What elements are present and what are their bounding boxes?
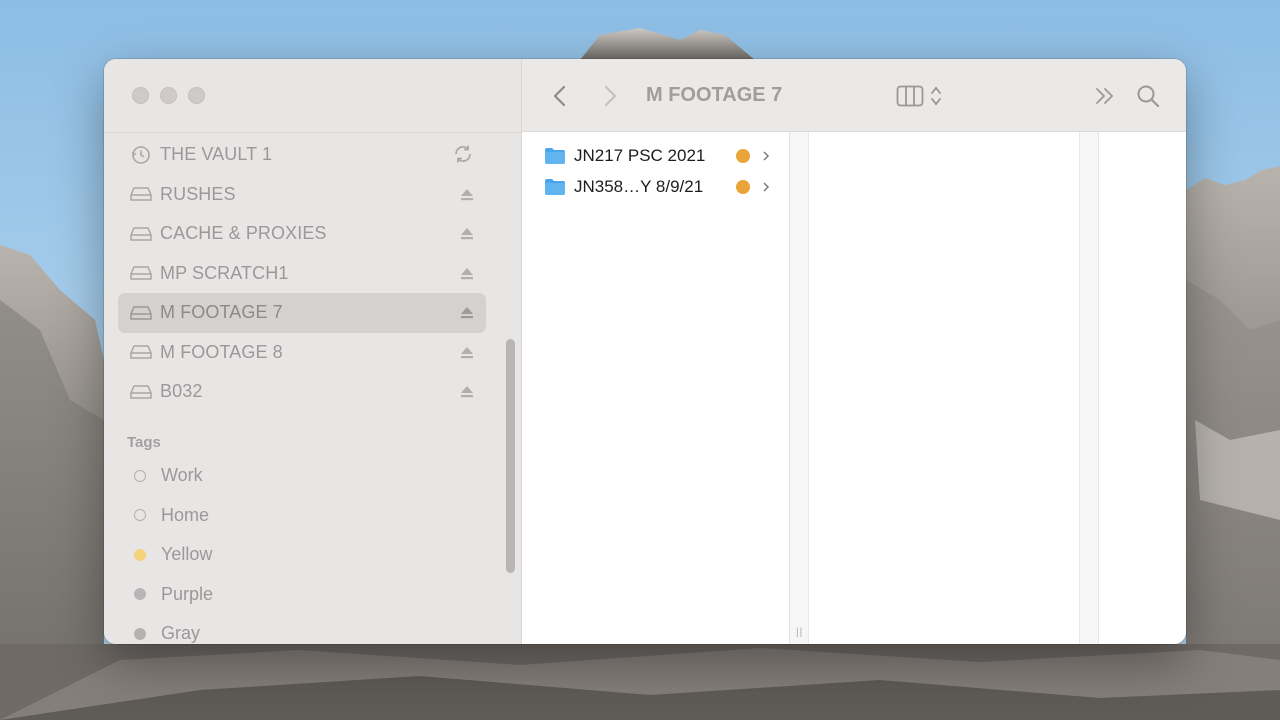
list-item[interactable]: JN217 PSC 2021 <box>544 143 770 169</box>
drive-icon <box>130 186 152 202</box>
folder-icon <box>545 179 565 195</box>
tags-list: Work Home Yellow Purple Gray <box>118 456 486 644</box>
sidebar-item-label: CACHE & PROXIES <box>160 223 327 244</box>
sidebar-item-mp-scratch1[interactable]: MP SCRATCH1 <box>118 254 486 294</box>
column-view-icon <box>896 85 924 107</box>
search-icon[interactable] <box>1136 84 1160 108</box>
finder-window: THE VAULT 1 RUSHES CACHE & PROXIES MP SC… <box>104 59 1186 644</box>
tag-label: Yellow <box>161 544 213 565</box>
sidebar-tag-yellow[interactable]: Yellow <box>118 535 486 575</box>
sidebar-item-rushes[interactable]: RUSHES <box>118 175 486 215</box>
tag-dot-icon <box>134 627 146 640</box>
toolbar: M FOOTAGE 7 <box>522 59 1186 132</box>
sidebar-tag-home[interactable]: Home <box>118 496 486 536</box>
tag-dot-icon <box>134 469 146 482</box>
window-controls <box>132 87 205 104</box>
tag-dot-icon <box>736 180 750 194</box>
file-name: JN217 PSC 2021 <box>574 146 706 165</box>
tag-dot-icon <box>134 509 146 522</box>
file-browser: JN217 PSC 2021 JN358…Y 8/9/21 || <box>522 132 1186 644</box>
tag-dot-icon <box>736 149 750 163</box>
chevron-right-icon <box>763 151 770 161</box>
eject-icon[interactable] <box>460 385 474 398</box>
locations-list: THE VAULT 1 RUSHES CACHE & PROXIES MP SC… <box>118 135 486 412</box>
drive-icon <box>130 305 152 321</box>
tag-label: Gray <box>161 623 201 644</box>
sidebar-tag-work[interactable]: Work <box>118 456 486 496</box>
tag-label: Work <box>161 465 203 486</box>
sidebar-item-m-footage-7[interactable]: M FOOTAGE 7 <box>118 293 486 333</box>
chevron-left-icon[interactable] <box>550 84 570 108</box>
zoom-button[interactable] <box>188 87 205 104</box>
close-button[interactable] <box>132 87 149 104</box>
sidebar-scrollbar[interactable] <box>506 339 515 573</box>
chevron-right-icon <box>763 182 770 192</box>
sidebar-item-m-footage-8[interactable]: M FOOTAGE 8 <box>118 333 486 373</box>
folder-icon <box>545 148 565 164</box>
column-resize-handle[interactable] <box>1079 132 1099 644</box>
sidebar-item-label: M FOOTAGE 7 <box>160 302 283 323</box>
time-machine-icon <box>130 145 152 164</box>
file-name: JN358…Y 8/9/21 <box>574 177 704 196</box>
sidebar-item-cache-proxies[interactable]: CACHE & PROXIES <box>118 214 486 254</box>
window-title: M FOOTAGE 7 <box>646 84 783 106</box>
sidebar-tag-purple[interactable]: Purple <box>118 575 486 615</box>
eject-icon[interactable] <box>460 267 474 280</box>
chevron-right-icon[interactable] <box>600 84 620 108</box>
column-1: JN217 PSC 2021 JN358…Y 8/9/21 <box>522 132 790 644</box>
list-item[interactable]: JN358…Y 8/9/21 <box>544 174 770 200</box>
drive-icon <box>130 344 152 360</box>
eject-icon[interactable] <box>460 346 474 359</box>
sidebar-item-label: M FOOTAGE 8 <box>160 341 283 362</box>
sidebar-tag-gray[interactable]: Gray <box>118 614 486 644</box>
chevron-up-down-icon <box>931 86 941 106</box>
double-chevron-icon[interactable] <box>1094 86 1116 106</box>
sidebar-item-label: B032 <box>160 381 203 402</box>
view-mode-button[interactable] <box>896 83 946 109</box>
eject-icon[interactable] <box>460 227 474 240</box>
column-2 <box>810 132 1080 644</box>
drive-icon <box>130 384 152 400</box>
drive-icon <box>130 226 152 242</box>
sidebar-item-the-vault-1[interactable]: THE VAULT 1 <box>118 135 486 175</box>
sidebar: THE VAULT 1 RUSHES CACHE & PROXIES MP SC… <box>104 59 522 644</box>
tag-dot-icon <box>134 588 146 601</box>
sidebar-item-label: THE VAULT 1 <box>160 144 273 165</box>
eject-icon[interactable] <box>460 306 474 319</box>
column-resize-handle[interactable]: || <box>790 132 809 644</box>
tag-label: Purple <box>161 583 214 604</box>
sync-icon[interactable] <box>452 144 474 164</box>
sidebar-divider <box>104 132 521 133</box>
drive-icon <box>130 265 152 281</box>
sidebar-item-b032[interactable]: B032 <box>118 372 486 412</box>
tag-label: Home <box>161 504 210 525</box>
sidebar-item-label: MP SCRATCH1 <box>160 262 289 283</box>
sidebar-item-label: RUSHES <box>160 183 236 204</box>
tag-dot-icon <box>134 548 146 561</box>
tags-section-title: Tags <box>127 434 161 451</box>
column-3 <box>1100 132 1186 644</box>
eject-icon[interactable] <box>460 188 474 201</box>
minimize-button[interactable] <box>160 87 177 104</box>
resize-grip-icon: || <box>796 627 804 638</box>
